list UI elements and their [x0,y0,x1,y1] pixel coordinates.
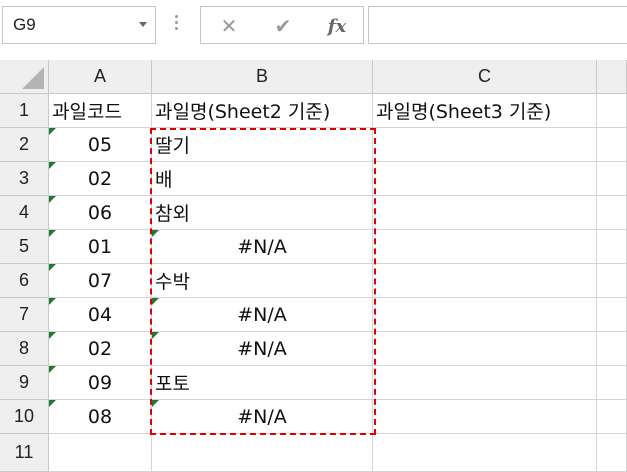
cell-c[interactable] [373,400,597,434]
row-header[interactable]: 11 [0,434,49,472]
error-indicator-icon [49,366,56,373]
cell-next[interactable] [597,196,627,230]
formula-bar-area: G9 ✕ ✔ fx [0,0,627,56]
cell-a[interactable]: 02 [49,332,152,366]
name-box[interactable]: G9 [2,6,156,44]
row-header[interactable]: 1 [0,94,49,128]
cell-a[interactable]: 07 [49,264,152,298]
cell-b[interactable]: 참외 [152,196,373,230]
row-header[interactable]: 9 [0,366,49,400]
cell-c[interactable] [373,366,597,400]
cell-b1[interactable]: 과일명(Sheet2 기준) [152,94,373,128]
column-header-c[interactable]: C [373,60,597,94]
cell-next[interactable] [597,366,627,400]
cell-c[interactable] [373,332,597,366]
cell-next[interactable] [597,128,627,162]
column-header-next[interactable] [597,60,627,94]
cell-c[interactable] [373,264,597,298]
cell-b[interactable]: 포토 [152,366,373,400]
cell-next[interactable] [597,162,627,196]
error-indicator-icon [49,196,56,203]
formula-controls: ✕ ✔ fx [200,6,364,44]
cell-a[interactable]: 01 [49,230,152,264]
error-indicator-icon [49,162,56,169]
row-header[interactable]: 8 [0,332,49,366]
cell-b[interactable]: 딸기 [152,128,373,162]
enter-check-icon[interactable]: ✔ [271,14,295,38]
cell-next[interactable] [597,400,627,434]
cell-next[interactable] [597,230,627,264]
cell-a[interactable]: 02 [49,162,152,196]
cell-a[interactable]: 05 [49,128,152,162]
error-indicator-icon [49,128,56,135]
formula-input[interactable] [368,6,627,44]
cell-next[interactable] [597,264,627,298]
name-box-value: G9 [13,15,36,34]
cell-b[interactable]: #N/A [152,400,373,434]
error-indicator-icon [152,332,159,339]
cell-a[interactable]: 04 [49,298,152,332]
insert-function-icon[interactable]: fx [325,14,349,38]
error-indicator-icon [152,230,159,237]
cell-next[interactable] [597,298,627,332]
error-indicator-icon [49,332,56,339]
cell-c[interactable] [373,128,597,162]
cell-next[interactable] [597,434,627,472]
error-indicator-icon [49,400,56,407]
cell-a1[interactable]: 과일코드 [49,94,152,128]
cell-c[interactable] [373,298,597,332]
cell-c[interactable] [373,196,597,230]
cell-a[interactable] [49,434,152,472]
select-all-corner[interactable] [0,60,49,94]
error-indicator-icon [152,400,159,407]
row-header[interactable]: 6 [0,264,49,298]
cell-a[interactable]: 09 [49,366,152,400]
chevron-down-icon[interactable] [139,22,147,27]
cell-c1[interactable]: 과일명(Sheet3 기준) [373,94,597,128]
cell-next[interactable] [597,332,627,366]
drag-handle-icon[interactable] [175,12,179,36]
error-indicator-icon [49,264,56,271]
cell-b[interactable]: 수박 [152,264,373,298]
cancel-icon[interactable]: ✕ [217,14,241,38]
cell-c[interactable] [373,162,597,196]
cell-c[interactable] [373,434,597,472]
cell-next[interactable] [597,94,627,128]
row-header[interactable]: 10 [0,400,49,434]
cell-b[interactable]: #N/A [152,230,373,264]
error-indicator-icon [49,230,56,237]
column-header-a[interactable]: A [49,60,152,94]
row-header[interactable]: 4 [0,196,49,230]
row-header[interactable]: 7 [0,298,49,332]
cell-b[interactable] [152,434,373,472]
error-indicator-icon [152,298,159,305]
column-header-b[interactable]: B [152,60,373,94]
cell-b[interactable]: 배 [152,162,373,196]
cell-a[interactable]: 06 [49,196,152,230]
cell-b[interactable]: #N/A [152,332,373,366]
row-header[interactable]: 3 [0,162,49,196]
cell-a[interactable]: 08 [49,400,152,434]
row-header[interactable]: 5 [0,230,49,264]
cell-c[interactable] [373,230,597,264]
cell-b[interactable]: #N/A [152,298,373,332]
error-indicator-icon [49,298,56,305]
row-header[interactable]: 2 [0,128,49,162]
